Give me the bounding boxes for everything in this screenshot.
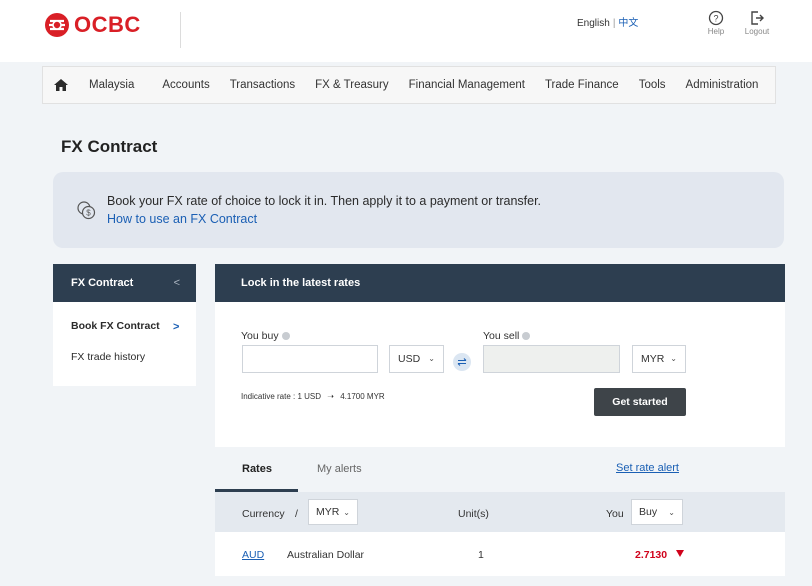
- swap-currency-button[interactable]: [453, 353, 471, 371]
- tab-rates[interactable]: Rates: [242, 463, 272, 475]
- language-chinese-link[interactable]: 中文: [618, 18, 638, 29]
- nav-item-fx-treasury[interactable]: FX & Treasury: [305, 79, 399, 91]
- buy-currency-value: USD: [398, 353, 421, 365]
- help-icon: ?: [708, 10, 724, 26]
- direction-value: Buy: [639, 506, 658, 518]
- set-rate-alert-link[interactable]: Set rate alert: [616, 462, 679, 474]
- units-column-header: Unit(s): [458, 508, 489, 520]
- header-divider: [180, 12, 181, 48]
- lock-rates-panel: Lock in the latest rates You buy USD ⌄ Y…: [215, 264, 785, 447]
- side-nav-title: FX Contract: [71, 277, 134, 289]
- svg-text:?: ?: [713, 13, 718, 23]
- you-buy-label-text: You buy: [241, 330, 279, 342]
- sell-currency-value: MYR: [641, 353, 665, 365]
- arrow-right-icon: ➝: [327, 392, 334, 401]
- help-label: Help: [707, 27, 725, 36]
- currency-rate: 2.7130: [635, 549, 668, 561]
- lock-rates-title: Lock in the latest rates: [241, 277, 361, 289]
- swap-icon: [457, 358, 467, 366]
- currency-slash: /: [295, 508, 298, 520]
- how-to-link[interactable]: How to use an FX Contract: [107, 212, 257, 226]
- side-item-fx-trade-history[interactable]: FX trade history: [71, 351, 145, 363]
- buy-currency-select[interactable]: USD ⌄: [389, 345, 444, 373]
- currency-code-link[interactable]: AUD: [242, 549, 264, 561]
- ocbc-logo-text: OCBC: [74, 12, 141, 37]
- lock-rates-header: Lock in the latest rates: [215, 264, 785, 302]
- banner-text: Book your FX rate of choice to lock it i…: [107, 194, 542, 208]
- currency-name: Australian Dollar: [287, 549, 365, 561]
- nav-item-tools[interactable]: Tools: [629, 79, 676, 91]
- indicative-rate-value: 4.1700 MYR: [340, 392, 385, 401]
- tab-my-alerts[interactable]: My alerts: [317, 463, 362, 475]
- help-button[interactable]: ? Help: [701, 10, 731, 36]
- chevron-down-icon: ⌄: [668, 508, 675, 517]
- info-icon[interactable]: [281, 332, 290, 340]
- language-separator: |: [612, 18, 616, 29]
- top-header: OCBC English | 中文 ? Help Logout: [0, 0, 812, 62]
- logout-label: Logout: [744, 27, 770, 36]
- base-currency-value: MYR: [316, 506, 340, 518]
- nav-item-malaysia[interactable]: Malaysia: [79, 79, 144, 91]
- fx-side-nav: FX Contract < Book FX Contract > FX trad…: [53, 264, 196, 386]
- you-buy-label: You buy: [241, 330, 290, 342]
- you-label: You: [606, 508, 624, 520]
- nav-item-financial-management[interactable]: Financial Management: [399, 79, 535, 91]
- rates-table-header: Currency / MYR ⌄ Unit(s) You Buy ⌄: [215, 492, 785, 532]
- svg-text:$: $: [86, 209, 91, 218]
- chevron-down-icon: ⌄: [428, 354, 435, 363]
- ocbc-logo[interactable]: OCBC: [44, 12, 141, 38]
- collapse-chevron-icon[interactable]: <: [174, 277, 180, 289]
- trend-down-icon: [676, 550, 684, 557]
- get-started-button[interactable]: Get started: [594, 388, 686, 416]
- home-icon: [54, 79, 68, 91]
- language-english-link[interactable]: English: [577, 18, 610, 29]
- nav-item-transactions[interactable]: Transactions: [220, 79, 305, 91]
- logout-icon: [751, 11, 764, 25]
- you-sell-label-text: You sell: [483, 330, 520, 342]
- chevron-down-icon: ⌄: [343, 508, 350, 517]
- nav-home-button[interactable]: [43, 67, 79, 103]
- info-banner: $ Book your FX rate of choice to lock it…: [53, 172, 784, 248]
- direction-select[interactable]: Buy ⌄: [631, 499, 683, 525]
- indicative-rate: Indicative rate : 1 USD ➝ 4.1700 MYR: [241, 392, 385, 401]
- base-currency-select[interactable]: MYR ⌄: [308, 499, 358, 525]
- indicative-rate-prefix: Indicative rate : 1 USD: [241, 392, 322, 401]
- chevron-down-icon: ⌄: [670, 354, 677, 363]
- info-icon[interactable]: [522, 332, 531, 340]
- rates-tabs: Rates My alerts Set rate alert: [215, 447, 785, 492]
- chevron-right-icon: >: [173, 321, 180, 333]
- nav-item-administration[interactable]: Administration: [676, 79, 769, 91]
- ocbc-logo-mark-icon: [45, 13, 69, 37]
- language-switch: English | 中文: [577, 14, 638, 29]
- sell-amount-input[interactable]: [483, 345, 620, 373]
- sell-currency-select[interactable]: MYR ⌄: [632, 345, 686, 373]
- page-title: FX Contract: [61, 137, 158, 156]
- side-nav-header: FX Contract <: [53, 264, 196, 302]
- main-nav: Malaysia Accounts Transactions FX & Trea…: [42, 66, 776, 104]
- you-sell-label: You sell: [483, 330, 531, 342]
- currency-units: 1: [478, 549, 484, 561]
- nav-item-accounts[interactable]: Accounts: [152, 79, 219, 91]
- nav-item-trade-finance[interactable]: Trade Finance: [535, 79, 629, 91]
- table-row: AUD Australian Dollar 1 2.7130: [215, 532, 785, 576]
- logout-button[interactable]: Logout: [742, 10, 772, 36]
- side-item-book-fx-contract[interactable]: Book FX Contract: [71, 320, 160, 332]
- currency-exchange-icon: $: [77, 201, 96, 220]
- buy-amount-input[interactable]: [242, 345, 378, 373]
- currency-label: Currency: [242, 508, 285, 520]
